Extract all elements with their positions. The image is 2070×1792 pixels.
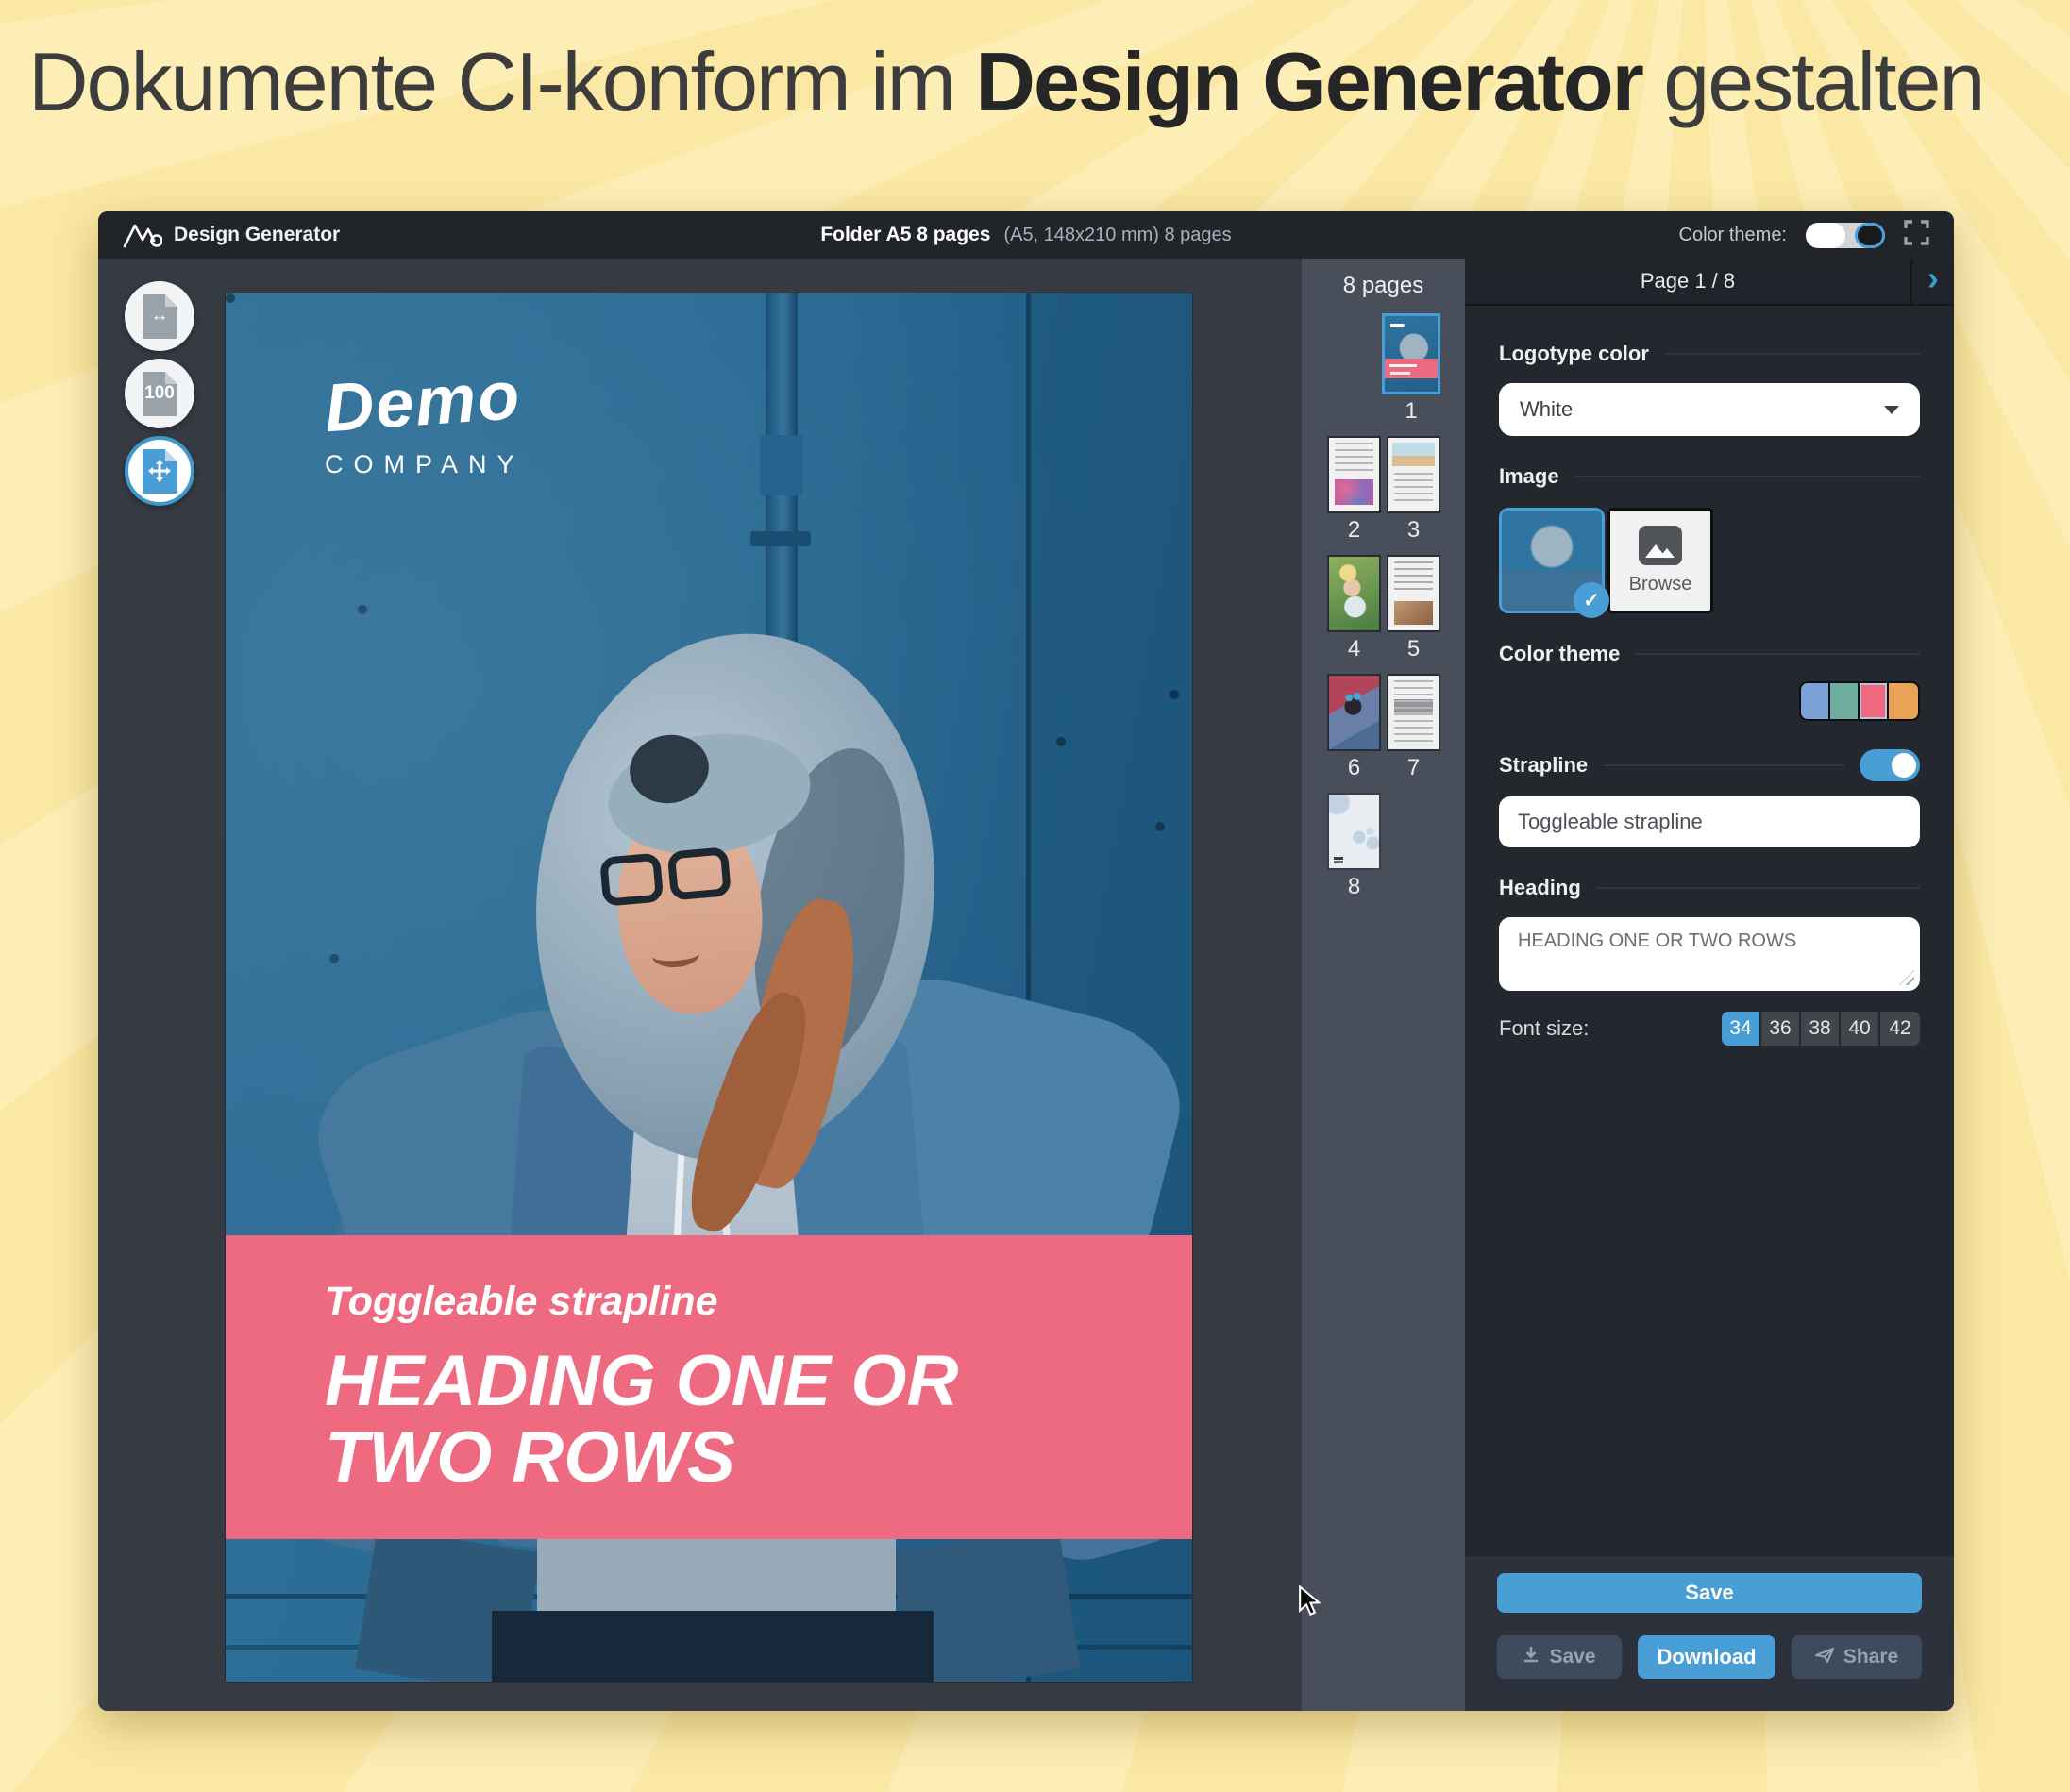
page-thumbnail-6[interactable] <box>1327 674 1381 751</box>
font-size-42[interactable]: 42 <box>1880 1012 1920 1046</box>
app-name: Design Generator <box>174 224 341 245</box>
color-theme-swatches <box>1799 681 1920 721</box>
heading-textarea[interactable]: HEADING ONE OR TWO ROWS <box>1499 917 1920 991</box>
strapline-input[interactable] <box>1499 796 1920 847</box>
page-indicator: Page 1 / 8 <box>1640 269 1736 293</box>
app-body: ↔ 100 Demo COMPANY Toggleable strapline … <box>98 259 1954 1711</box>
strapline-toggle[interactable] <box>1860 749 1920 781</box>
page-thumbnail-3[interactable] <box>1387 436 1440 513</box>
swatch-green[interactable] <box>1830 683 1860 719</box>
share-button[interactable]: Share <box>1792 1635 1922 1679</box>
page-thumbnail-7[interactable] <box>1387 674 1440 751</box>
swatch-orange[interactable] <box>1889 683 1918 719</box>
browse-image-button[interactable]: Browse <box>1607 508 1713 613</box>
page-number-8: 8 <box>1347 874 1361 899</box>
font-size-34[interactable]: 34 <box>1722 1012 1761 1046</box>
collapse-panel-button[interactable]: › <box>1910 259 1954 304</box>
canvas-page[interactable]: Demo COMPANY Toggleable strapline HEADIN… <box>226 293 1192 1682</box>
mountain-logo-icon <box>123 221 162 249</box>
zoom-100-button[interactable]: 100 <box>125 359 194 428</box>
page-thumbnail-4[interactable] <box>1327 555 1381 632</box>
pages-panel-header: 8 pages <box>1342 273 1424 298</box>
fullscreen-icon[interactable] <box>1904 220 1929 250</box>
download-icon <box>1523 1646 1540 1669</box>
font-size-label: Font size: <box>1499 1016 1590 1040</box>
share-icon <box>1814 1646 1834 1668</box>
pages-panel: 8 pages 1 2 3 4 5 6 7 8 <box>1302 259 1465 1711</box>
selected-image-tile[interactable]: ✓ <box>1499 508 1609 618</box>
logotype-color-value: White <box>1520 397 1574 421</box>
workspace: ↔ 100 Demo COMPANY Toggleable strapline … <box>98 259 1302 1711</box>
zoom-100-icon: 100 <box>142 371 177 416</box>
document-title-group: Folder A5 8 pages (A5, 148x210 mm) 8 pag… <box>820 224 1231 246</box>
topbar-controls: Color theme: <box>1679 220 1930 250</box>
font-size-38[interactable]: 38 <box>1801 1012 1841 1046</box>
document-meta: (A5, 148x210 mm) 8 pages <box>1003 225 1232 245</box>
page-number-4: 4 <box>1347 636 1361 662</box>
page-number-1: 1 <box>1405 398 1418 424</box>
document-title: Folder A5 8 pages <box>820 224 991 245</box>
page-number-6: 6 <box>1347 755 1361 780</box>
page-title: Dokumente CI-konform im Design Generator… <box>28 35 1985 128</box>
fit-width-icon: ↔ <box>142 293 177 339</box>
logotype-color-select[interactable]: White <box>1499 383 1920 436</box>
save-button[interactable]: Save <box>1497 1573 1922 1613</box>
move-tool-button[interactable] <box>125 436 194 506</box>
mouse-cursor <box>1297 1584 1325 1622</box>
cover-logo: Demo COMPANY <box>322 358 525 479</box>
cover-logo-script: Demo <box>322 357 524 447</box>
cover-strapline: Toggleable strapline <box>325 1279 718 1324</box>
page-thumbnail-8[interactable] <box>1327 793 1381 870</box>
design-generator-window: Design Generator Folder A5 8 pages (A5, … <box>98 211 1954 1711</box>
fit-width-button[interactable]: ↔ <box>125 281 194 351</box>
cover-heading: HEADING ONE OR TWO ROWS <box>325 1341 959 1498</box>
toggle-knob <box>1806 222 1845 248</box>
page-thumbnail-1[interactable] <box>1382 313 1440 394</box>
heading-section: Heading <box>1499 876 1920 900</box>
topbar: Design Generator Folder A5 8 pages (A5, … <box>98 211 1954 259</box>
inspector-panel: Page 1 / 8 › Logotype color White Image <box>1465 259 1954 1711</box>
cover-logo-subtitle: COMPANY <box>325 450 525 478</box>
image-section: Image <box>1499 464 1920 489</box>
page-number-5: 5 <box>1406 636 1421 662</box>
page-number-7: 7 <box>1406 755 1421 780</box>
inspector-footer: Save Save Download Share <box>1465 1556 1954 1711</box>
font-size-36[interactable]: 36 <box>1761 1012 1801 1046</box>
save-secondary-button[interactable]: Save <box>1497 1635 1622 1679</box>
color-theme-toggle-label: Color theme: <box>1678 224 1788 245</box>
color-theme-section: Color theme <box>1499 642 1920 666</box>
check-icon: ✓ <box>1574 582 1609 618</box>
swatch-pink[interactable] <box>1860 683 1889 719</box>
color-theme-toggle[interactable] <box>1806 222 1885 248</box>
toggle-dark-segment <box>1855 222 1885 248</box>
screenshot-root: Dokumente CI-konform im Design Generator… <box>0 0 2070 1792</box>
strapline-section: Strapline <box>1499 749 1920 781</box>
download-button[interactable]: Download <box>1638 1635 1775 1679</box>
image-icon <box>1639 526 1682 565</box>
cover-banner: Toggleable strapline HEADING ONE OR TWO … <box>226 1235 1192 1539</box>
page-thumbnail-5[interactable] <box>1387 555 1440 632</box>
chevron-right-icon: › <box>1927 259 1939 297</box>
inspector-header: Page 1 / 8 › <box>1465 259 1954 306</box>
topbar-brand: Design Generator <box>123 221 340 249</box>
move-icon <box>142 448 177 494</box>
page-thumbnail-2[interactable] <box>1327 436 1381 513</box>
swatch-blue[interactable] <box>1801 683 1830 719</box>
browse-label: Browse <box>1628 574 1692 595</box>
font-size-group: 34 36 38 40 42 <box>1722 1012 1920 1046</box>
page-number-2: 2 <box>1347 517 1361 543</box>
canvas-tools: ↔ 100 <box>125 281 194 506</box>
page-number-3: 3 <box>1406 517 1421 543</box>
logotype-color-section: Logotype color <box>1499 342 1920 366</box>
chevron-down-icon <box>1884 405 1899 414</box>
font-size-40[interactable]: 40 <box>1841 1012 1880 1046</box>
